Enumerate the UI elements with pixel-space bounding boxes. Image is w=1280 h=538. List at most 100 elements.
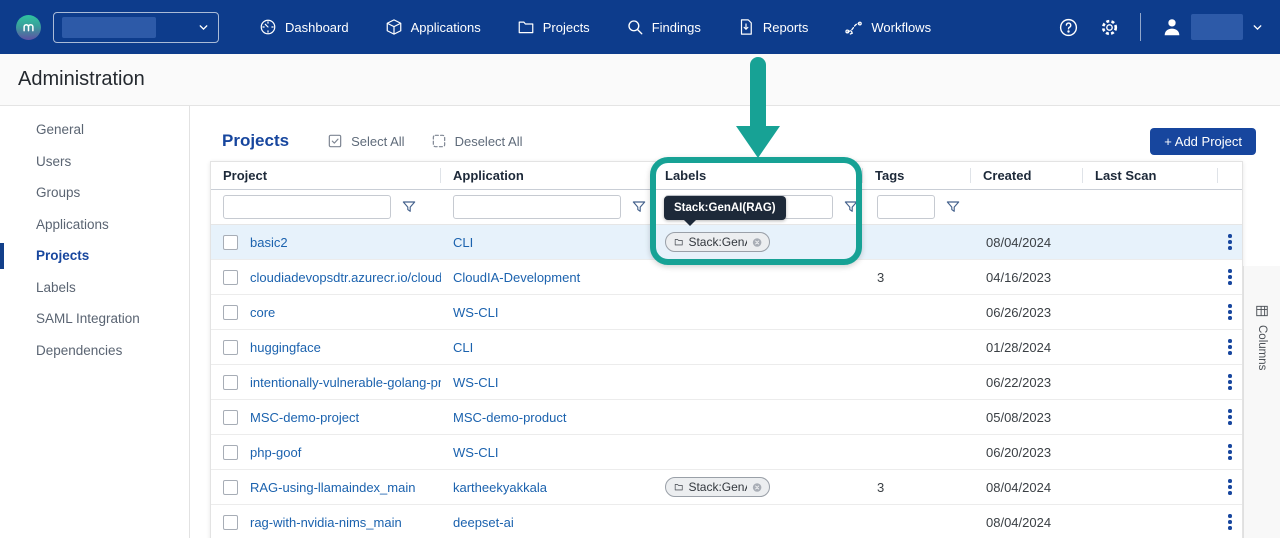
label-chip[interactable]: Stack:GenA... — [665, 232, 770, 252]
application-filter-input[interactable] — [453, 195, 621, 219]
project-link[interactable]: MSC-demo-project — [250, 410, 359, 425]
table-row[interactable]: cloudiadevopsdtr.azurecr.io/cloudia/ Clo… — [211, 260, 1242, 295]
tags-count — [863, 330, 971, 364]
sidebar-item-general[interactable]: General — [0, 114, 189, 146]
project-link[interactable]: php-goof — [250, 445, 301, 460]
application-link[interactable]: WS-CLI — [453, 375, 499, 390]
project-link[interactable]: cloudiadevopsdtr.azurecr.io/cloudia/ — [250, 270, 441, 285]
filter-funnel-icon[interactable] — [631, 199, 647, 215]
column-header-last-scan[interactable]: Last Scan — [1083, 162, 1218, 189]
findings-search-icon — [626, 18, 644, 36]
application-link[interactable]: WS-CLI — [453, 445, 499, 460]
row-actions-menu-icon[interactable] — [1218, 339, 1242, 355]
remove-label-icon[interactable] — [752, 236, 762, 249]
nav-menu: Dashboard Applications Projects Findings — [259, 18, 931, 37]
organization-selector[interactable] — [53, 12, 219, 43]
select-all-checkbox-icon — [327, 133, 343, 149]
table-row[interactable]: MSC-demo-project MSC-demo-product 05/08/… — [211, 400, 1242, 435]
chevron-down-icon — [1251, 21, 1264, 34]
column-header-labels[interactable]: Labels — [653, 162, 863, 189]
row-checkbox[interactable] — [223, 410, 238, 425]
table-body: basic2 CLI Stack:GenA... 08/04/2024 clou… — [211, 225, 1242, 538]
row-actions-menu-icon[interactable] — [1218, 444, 1242, 460]
project-link[interactable]: basic2 — [250, 235, 288, 250]
row-checkbox[interactable] — [223, 305, 238, 320]
project-filter-input[interactable] — [223, 195, 391, 219]
filter-funnel-icon[interactable] — [401, 199, 417, 215]
sidebar-item-saml-integration[interactable]: SAML Integration — [0, 303, 189, 335]
table-row[interactable]: php-goof WS-CLI 06/20/2023 — [211, 435, 1242, 470]
tags-count — [863, 505, 971, 538]
row-actions-menu-icon[interactable] — [1218, 304, 1242, 320]
remove-label-icon[interactable] — [752, 481, 762, 494]
sidebar-item-groups[interactable]: Groups — [0, 177, 189, 209]
add-project-button[interactable]: + Add Project — [1150, 128, 1256, 155]
sidebar-item-applications[interactable]: Applications — [0, 209, 189, 241]
project-link[interactable]: core — [250, 305, 275, 320]
application-link[interactable]: CLI — [453, 235, 473, 250]
tags-filter-input[interactable] — [877, 195, 935, 219]
sidebar-item-users[interactable]: Users — [0, 146, 189, 178]
project-link[interactable]: intentionally-vulnerable-golang-proj — [250, 375, 441, 390]
project-link[interactable]: RAG-using-llamaindex_main — [250, 480, 415, 495]
nav-item-applications[interactable]: Applications — [385, 18, 481, 36]
projects-toolbar: Projects Select All Deselect All + Add P… — [210, 121, 1256, 161]
nav-item-reports[interactable]: Reports — [737, 18, 809, 36]
application-link[interactable]: MSC-demo-product — [453, 410, 566, 425]
row-checkbox[interactable] — [223, 340, 238, 355]
projects-folder-icon — [517, 18, 535, 36]
filter-funnel-icon[interactable] — [945, 199, 961, 215]
column-header-project[interactable]: Project — [211, 162, 441, 189]
nav-item-projects[interactable]: Projects — [517, 18, 590, 36]
nav-item-dashboard[interactable]: Dashboard — [259, 18, 349, 36]
sidebar-item-dependencies[interactable]: Dependencies — [0, 335, 189, 367]
table-row[interactable]: huggingface CLI 01/28/2024 — [211, 330, 1242, 365]
row-actions-menu-icon[interactable] — [1218, 514, 1242, 530]
row-actions-menu-icon[interactable] — [1218, 234, 1242, 250]
nav-item-workflows[interactable]: Workflows — [844, 18, 931, 37]
tags-count — [863, 225, 971, 259]
last-scan-value — [1083, 470, 1218, 504]
row-checkbox[interactable] — [223, 235, 238, 250]
sidebar-item-labels[interactable]: Labels — [0, 272, 189, 304]
application-link[interactable]: CloudIA-Development — [453, 270, 580, 285]
columns-panel-tab[interactable]: Columns — [1243, 266, 1280, 538]
row-actions-menu-icon[interactable] — [1218, 269, 1242, 285]
table-row[interactable]: core WS-CLI 06/26/2023 — [211, 295, 1242, 330]
created-date: 06/20/2023 — [971, 435, 1083, 469]
table-row[interactable]: RAG-using-llamaindex_main kartheekyakkal… — [211, 470, 1242, 505]
row-actions-menu-icon[interactable] — [1218, 479, 1242, 495]
application-link[interactable]: kartheekyakkala — [453, 480, 547, 495]
sidebar-item-projects[interactable]: Projects — [0, 240, 189, 272]
column-header-created[interactable]: Created — [971, 162, 1083, 189]
table-row[interactable]: basic2 CLI Stack:GenA... 08/04/2024 — [211, 225, 1242, 260]
column-header-tags[interactable]: Tags — [863, 162, 971, 189]
created-date: 08/04/2024 — [971, 470, 1083, 504]
row-checkbox[interactable] — [223, 375, 238, 390]
user-avatar-icon — [1161, 16, 1183, 38]
deselect-all-button[interactable]: Deselect All — [431, 133, 523, 149]
row-checkbox[interactable] — [223, 445, 238, 460]
table-row[interactable]: intentionally-vulnerable-golang-proj WS-… — [211, 365, 1242, 400]
row-checkbox[interactable] — [223, 270, 238, 285]
table-row[interactable]: rag-with-nvidia-nims_main deepset-ai 08/… — [211, 505, 1242, 538]
row-actions-menu-icon[interactable] — [1218, 409, 1242, 425]
settings-gear-icon[interactable] — [1099, 17, 1120, 38]
callout-arrow — [750, 57, 766, 128]
help-icon[interactable] — [1058, 17, 1079, 38]
project-link[interactable]: huggingface — [250, 340, 321, 355]
row-checkbox[interactable] — [223, 515, 238, 530]
application-link[interactable]: CLI — [453, 340, 473, 355]
application-link[interactable]: WS-CLI — [453, 305, 499, 320]
label-chip[interactable]: Stack:GenA... — [665, 477, 770, 497]
user-menu[interactable] — [1161, 14, 1264, 40]
row-actions-menu-icon[interactable] — [1218, 374, 1242, 390]
select-all-button[interactable]: Select All — [327, 133, 404, 149]
application-link[interactable]: deepset-ai — [453, 515, 514, 530]
created-date: 06/22/2023 — [971, 365, 1083, 399]
filter-funnel-icon[interactable] — [843, 199, 859, 215]
project-link[interactable]: rag-with-nvidia-nims_main — [250, 515, 402, 530]
row-checkbox[interactable] — [223, 480, 238, 495]
column-header-application[interactable]: Application — [441, 162, 653, 189]
nav-item-findings[interactable]: Findings — [626, 18, 701, 36]
